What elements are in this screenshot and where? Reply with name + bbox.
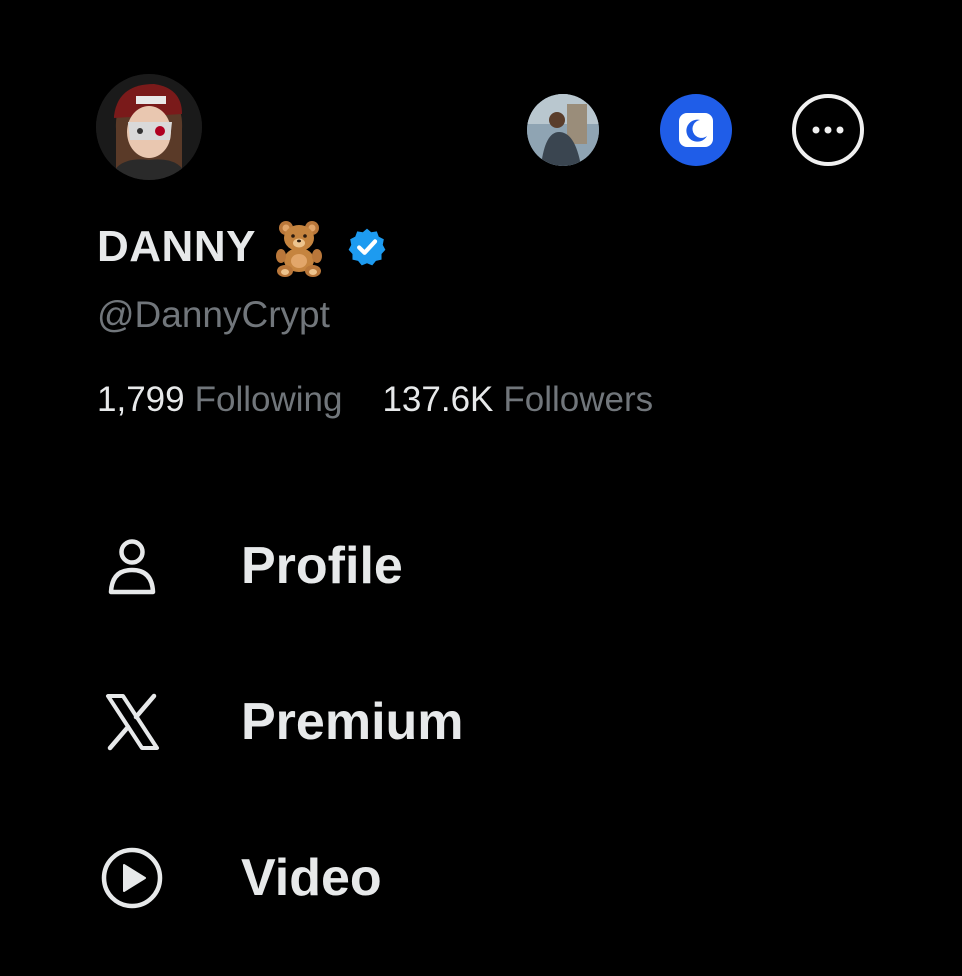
followers-count: 137.6K [382, 380, 494, 419]
moon-icon [679, 113, 713, 147]
verified-badge-icon [348, 228, 386, 266]
more-options-button[interactable] [792, 94, 864, 166]
menu-label-premium: Premium [241, 693, 464, 751]
following-count: 1,799 [97, 380, 185, 419]
followers-link[interactable]: 137.6K Followers [382, 380, 653, 420]
teddy-bear-emoji [275, 221, 322, 277]
follow-stats: 1,799 Following 137.6K Followers [97, 380, 653, 420]
menu-item-premium[interactable]: Premium [96, 682, 464, 762]
play-circle-icon [96, 842, 168, 914]
profile-avatar[interactable] [96, 74, 202, 180]
display-name-row: DANNY [97, 212, 388, 282]
followers-label: Followers [503, 380, 654, 419]
account-avatar-image [527, 94, 599, 166]
display-name: DANNY [97, 222, 256, 271]
menu-label-profile: Profile [241, 537, 403, 595]
avatar-image [96, 74, 202, 180]
menu-label-video: Video [241, 849, 382, 907]
menu-item-profile[interactable]: Profile [96, 526, 403, 606]
switch-account-avatar[interactable] [527, 94, 599, 166]
night-mode-button[interactable] [660, 94, 732, 166]
following-link[interactable]: 1,799 Following [97, 380, 342, 420]
more-dots-icon [812, 126, 844, 134]
person-icon [96, 530, 168, 602]
profile-handle: @DannyCrypt [97, 294, 330, 335]
menu-item-video[interactable]: Video [96, 838, 382, 918]
following-label: Following [194, 380, 343, 419]
x-logo-icon [96, 686, 168, 758]
